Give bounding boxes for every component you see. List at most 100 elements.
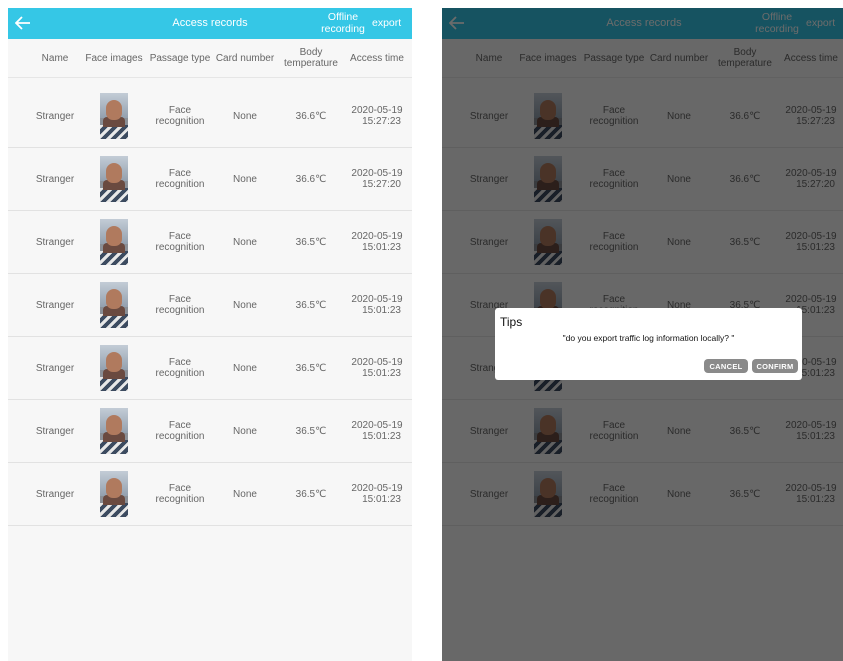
row-access-clock: 15:27:20 [362,179,401,190]
row-temperature: 36.5℃ [295,425,327,437]
row-name: Stranger [35,236,75,248]
table-row[interactable]: Stranger Face recognition None 36.6℃ 2020-05… [8,148,412,211]
offline-recording-button[interactable]: Offline recording [308,11,378,35]
row-face-image-cell [84,337,144,399]
row-passage-type: Face recognition [155,294,205,316]
row-temperature: 36.6℃ [295,110,327,122]
dialog-message: "do you export traffic log information l… [562,333,735,343]
row-access-date: 2020-05-19 [351,231,403,242]
row-access-time: 2020-05-1915:01:23 [344,337,410,399]
row-card-number: None [233,236,257,248]
row-name: Stranger [35,173,75,185]
face-image-part [106,100,122,120]
face-image-part [100,440,128,454]
row-temperature: 36.5℃ [295,299,327,311]
row-access-time: 2020-05-1915:01:23 [344,211,410,273]
export-confirm-dialog: Tips "do you export traffic log informat… [495,308,802,380]
face-image-part [100,188,128,202]
row-access-date: 2020-05-19 [351,420,403,431]
row-access-date: 2020-05-19 [351,294,403,305]
table-row[interactable]: Stranger Face recognition None 36.5℃ 2020-05… [8,211,412,274]
row-access-time: 2020-05-1915:27:20 [344,148,410,210]
row-access-date: 2020-05-19 [351,483,403,494]
face-image[interactable] [100,345,128,391]
header-access-time: Access time [350,52,404,64]
row-face-image-cell [84,400,144,462]
row-access-clock: 15:01:23 [362,305,401,316]
row-name: Stranger [35,488,75,500]
row-access-clock: 15:01:23 [362,494,401,505]
row-temperature: 36.5℃ [295,236,327,248]
records-list: Stranger Face recognition None 36.6℃ 2020-05… [8,85,412,526]
face-image-part [106,478,122,498]
row-face-image-cell [84,274,144,336]
row-access-date: 2020-05-19 [351,168,403,179]
face-image-part [106,415,122,435]
row-name: Stranger [35,299,75,311]
dialog-title: Tips [500,315,523,329]
row-access-date: 2020-05-19 [351,105,403,116]
row-card-number: None [233,110,257,122]
row-passage-type: Face recognition [155,420,205,442]
table-row[interactable]: Stranger Face recognition None 36.5℃ 2020-05… [8,337,412,400]
row-passage-type: Face recognition [155,483,205,505]
cancel-button[interactable]: CANCEL [704,359,748,373]
table-row[interactable]: Stranger Face recognition None 36.6℃ 2020-05… [8,85,412,148]
header-face-images: Face images [85,52,143,64]
row-name: Stranger [35,110,75,122]
access-records-screen-with-dialog: Access records Offline recording export … [442,8,843,661]
row-access-clock: 15:01:23 [362,368,401,379]
header-body-temperature: Body temperature [284,47,338,69]
face-image-part [106,289,122,309]
face-image-part [106,352,122,372]
row-face-image-cell [84,463,144,525]
row-access-clock: 15:27:23 [362,116,401,127]
face-image-part [100,503,128,517]
row-face-image-cell [84,85,144,147]
face-image-part [100,377,128,391]
row-face-image-cell [84,148,144,210]
row-temperature: 36.6℃ [295,173,327,185]
row-passage-type: Face recognition [155,357,205,379]
row-card-number: None [233,299,257,311]
row-face-image-cell [84,211,144,273]
row-card-number: None [233,173,257,185]
table-header: Name Face images Passage type Card numbe… [8,39,412,78]
row-access-clock: 15:01:23 [362,242,401,253]
top-bar: Access records Offline recording export [8,8,412,39]
header-passage-type: Passage type [149,52,211,64]
face-image[interactable] [100,408,128,454]
row-access-clock: 15:01:23 [362,431,401,442]
row-access-date: 2020-05-19 [351,357,403,368]
row-name: Stranger [35,425,75,437]
face-image-part [106,226,122,246]
row-card-number: None [233,362,257,374]
table-row[interactable]: Stranger Face recognition None 36.5℃ 2020-05… [8,463,412,526]
row-card-number: None [233,488,257,500]
face-image-part [100,251,128,265]
face-image[interactable] [100,219,128,265]
offline-label-line1: Offline [327,11,359,23]
table-row[interactable]: Stranger Face recognition None 36.5℃ 2020-05… [8,274,412,337]
face-image[interactable] [100,93,128,139]
row-name: Stranger [35,362,75,374]
face-image-part [106,163,122,183]
face-image[interactable] [100,156,128,202]
row-temperature: 36.5℃ [295,362,327,374]
row-passage-type: Face recognition [155,105,205,127]
confirm-button[interactable]: CONFIRM [752,359,798,373]
header-card-number: Card number [215,52,275,64]
offline-label-line2: recording [321,23,365,35]
row-access-time: 2020-05-1915:27:23 [344,85,410,147]
face-image-part [100,125,128,139]
header-name: Name [41,52,69,64]
face-image[interactable] [100,282,128,328]
face-image[interactable] [100,471,128,517]
access-records-screen: Access records Offline recording export … [8,8,412,661]
row-passage-type: Face recognition [155,168,205,190]
row-access-time: 2020-05-1915:01:23 [344,274,410,336]
table-row[interactable]: Stranger Face recognition None 36.5℃ 2020-05… [8,400,412,463]
row-access-time: 2020-05-1915:01:23 [344,463,410,525]
export-button[interactable]: export [372,17,401,29]
face-image-part [100,314,128,328]
